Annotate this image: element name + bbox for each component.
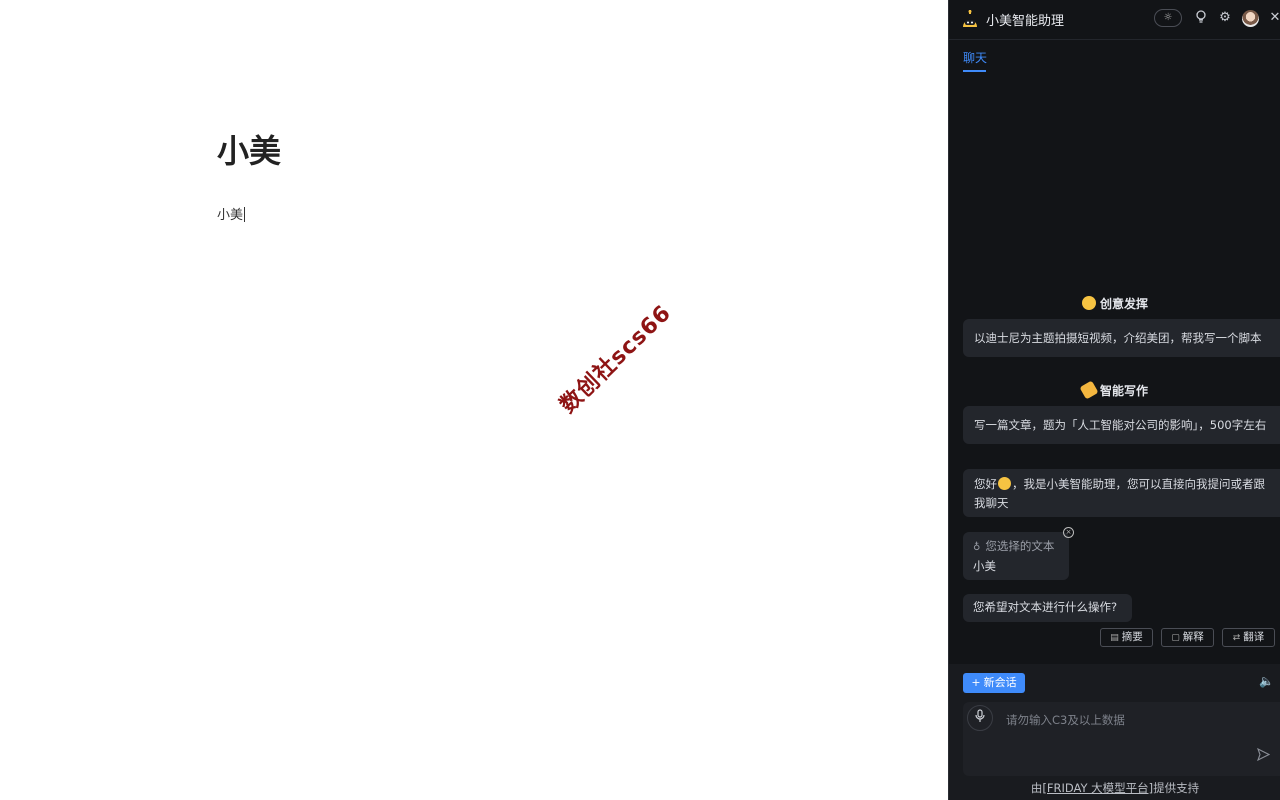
document-title[interactable]: 小美	[217, 126, 281, 172]
speaker-mute-icon[interactable]: 🔈	[1259, 674, 1274, 688]
bulb-icon[interactable]	[1193, 10, 1209, 26]
theme-toggle-icon[interactable]: ☼	[1154, 9, 1182, 27]
new-chat-button[interactable]: + 新会话	[963, 673, 1025, 693]
text-caret	[244, 207, 246, 222]
chat-input[interactable]: 请勿输入C3及以上数据	[1006, 712, 1125, 728]
pencil-icon	[1079, 380, 1099, 400]
watermark: 数创社scs66	[555, 300, 677, 419]
bulb-icon-shape	[1196, 10, 1206, 23]
footer-credit: 由[FRIDAY 大模型平台]提供支持	[949, 780, 1280, 796]
send-icon-shape	[1257, 747, 1271, 762]
bulb-outline-icon: ♁	[973, 542, 981, 553]
selected-text-header: ♁ 您选择的文本	[973, 537, 1069, 557]
suggested-prompt-writing[interactable]: 写一篇文章，题为「人工智能对公司的影响」，500字左右	[963, 406, 1280, 444]
document-body[interactable]: 小美	[217, 204, 246, 223]
translate-button-label: 翻译	[1243, 631, 1265, 643]
section-heading-creative: 创意发挥	[949, 295, 1280, 312]
explain-button[interactable]: ▢ 解释	[1161, 628, 1214, 647]
plus-icon: +	[971, 676, 981, 689]
greeting-text-start: 您好	[974, 477, 997, 491]
friday-platform-link[interactable]: [FRIDAY 大模型平台]	[1042, 781, 1153, 795]
new-chat-label: 新会话	[983, 676, 1017, 689]
section-heading-writing: 智能写作	[949, 380, 1280, 400]
smile-icon	[998, 477, 1011, 490]
gear-icon[interactable]: ⚙	[1217, 10, 1233, 26]
tab-chat[interactable]: 聊天	[963, 49, 987, 66]
avatar[interactable]	[1242, 10, 1259, 27]
panel-tabs: 聊天	[949, 40, 1280, 74]
thinking-face-icon	[1081, 296, 1096, 310]
chat-input-box[interactable]: 请勿输入C3及以上数据	[963, 702, 1280, 776]
send-icon[interactable]	[1257, 747, 1271, 765]
composer-area: + 新会话 🔈 请勿输入C3及以上数据 由[FRIDAY 大模型平台]提供支持	[949, 664, 1280, 800]
selected-text-label: 您选择的文本	[985, 539, 1055, 553]
explain-button-label: 解释	[1182, 631, 1204, 643]
robot-logo-icon	[963, 10, 977, 27]
selected-text-value: 小美	[973, 559, 996, 573]
summary-icon: ▤	[1110, 633, 1119, 643]
assistant-panel: 小美智能助理 ☼ ⚙ ✕ 聊天 创意发挥 以迪士尼为主题拍摄短视频，介绍美团，帮…	[948, 0, 1280, 800]
summary-button[interactable]: ▤ 摘要	[1100, 628, 1153, 647]
footer-suffix: 提供支持	[1153, 781, 1200, 795]
microphone-icon[interactable]	[967, 705, 993, 731]
panel-title: 小美智能助理	[986, 14, 1065, 29]
summary-button-label: 摘要	[1121, 631, 1143, 643]
document-body-text: 小美	[217, 208, 244, 223]
translate-icon: ⇄	[1232, 633, 1241, 643]
translate-button[interactable]: ⇄ 翻译	[1222, 628, 1275, 647]
document-editor[interactable]: 小美 小美 数创社scs66	[0, 0, 948, 800]
greeting-text-end: ，我是小美智能助理，您可以直接向我提问或者跟我聊天	[974, 477, 1265, 510]
selected-text-card: ♁ 您选择的文本 小美	[963, 532, 1069, 580]
remove-selection-icon[interactable]: ×	[1063, 527, 1074, 538]
microphone-icon-shape	[975, 709, 985, 722]
section-heading-creative-label: 创意发挥	[1099, 297, 1148, 311]
panel-header: 小美智能助理 ☼ ⚙ ✕	[949, 0, 1280, 40]
footer-prefix: 由	[1030, 781, 1043, 795]
explain-icon: ▢	[1171, 633, 1180, 643]
close-icon[interactable]: ✕	[1267, 10, 1280, 26]
greeting-message: 您好 ，我是小美智能助理，您可以直接向我提问或者跟我聊天	[963, 469, 1280, 517]
section-heading-writing-label: 智能写作	[1099, 384, 1148, 398]
action-question: 您希望对文本进行什么操作?	[963, 594, 1132, 622]
suggested-prompt-creative[interactable]: 以迪士尼为主题拍摄短视频，介绍美团，帮我写一个脚本	[963, 319, 1280, 357]
active-tab-indicator	[963, 70, 986, 72]
